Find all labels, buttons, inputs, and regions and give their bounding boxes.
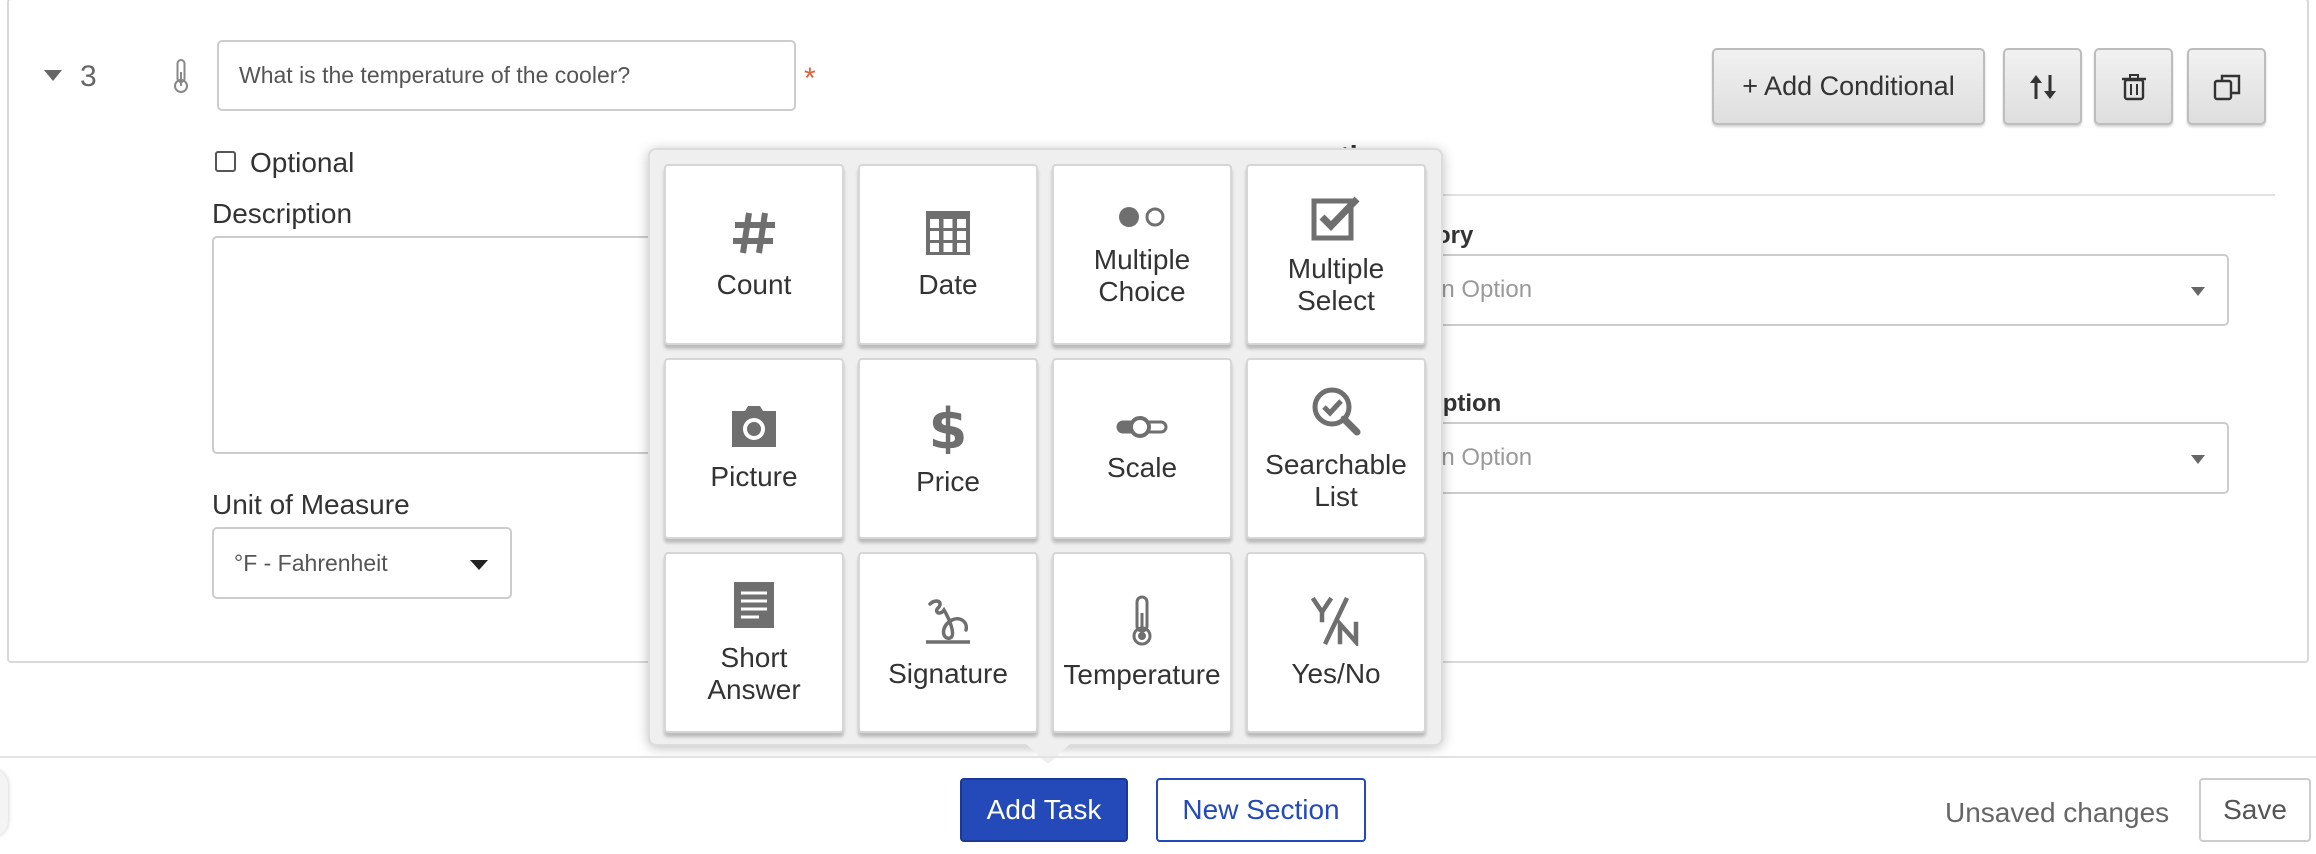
checkbox-check-icon bbox=[1311, 196, 1360, 240]
dollar-icon: $ bbox=[929, 400, 968, 454]
task-type-searchable-list[interactable]: Searchable List bbox=[1246, 358, 1426, 539]
delete-button[interactable] bbox=[2094, 48, 2173, 125]
calendar-grid-icon bbox=[926, 210, 970, 255]
hash-icon bbox=[733, 212, 775, 253]
subscription-placeholder: an Option bbox=[1428, 444, 1533, 471]
chevron-down-icon bbox=[2191, 455, 2205, 464]
signature-icon bbox=[926, 598, 970, 644]
properties-divider bbox=[1400, 194, 2275, 196]
unit-of-measure-select[interactable]: °F - Fahrenheit bbox=[212, 527, 512, 599]
reorder-button[interactable] bbox=[2003, 48, 2082, 125]
required-marker: * bbox=[804, 62, 816, 95]
task-type-date[interactable]: Date bbox=[858, 164, 1038, 345]
side-handle[interactable] bbox=[0, 768, 8, 838]
chevron-down-icon bbox=[2191, 287, 2205, 296]
save-status: Unsaved changes bbox=[1945, 797, 2170, 828]
add-task-button[interactable]: Add Task bbox=[960, 778, 1128, 842]
optional-checkbox[interactable] bbox=[215, 151, 236, 172]
unit-of-measure-label: Unit of Measure bbox=[212, 489, 410, 520]
description-textarea[interactable] bbox=[212, 236, 672, 454]
radio-dots-icon bbox=[1119, 206, 1165, 227]
svg-text:$: $ bbox=[929, 400, 968, 454]
sort-arrows-icon bbox=[2029, 74, 2056, 99]
copy-icon bbox=[2213, 74, 2240, 100]
task-type-label: Signature bbox=[888, 657, 1008, 689]
task-type-count[interactable]: Count bbox=[664, 164, 844, 345]
task-type-label: Multiple Select bbox=[1287, 252, 1385, 316]
search-check-icon bbox=[1312, 387, 1361, 435]
task-type-label: Searchable List bbox=[1265, 448, 1407, 512]
new-section-button[interactable]: New Section bbox=[1156, 778, 1366, 842]
trash-icon bbox=[2121, 73, 2146, 100]
task-type-temperature[interactable]: Temperature bbox=[1052, 552, 1232, 733]
task-type-multiple-select[interactable]: Multiple Select bbox=[1246, 164, 1426, 345]
task-type-label: Date bbox=[918, 268, 978, 300]
task-type-yes-no[interactable]: Yes/No bbox=[1246, 552, 1426, 733]
task-type-scale[interactable]: Scale bbox=[1052, 358, 1232, 539]
task-type-short-answer[interactable]: Short Answer bbox=[664, 552, 844, 733]
task-type-label: Temperature bbox=[1063, 658, 1221, 690]
optional-label: Optional bbox=[250, 147, 355, 178]
task-type-label: Yes/No bbox=[1291, 657, 1381, 689]
duplicate-button[interactable] bbox=[2187, 48, 2266, 125]
question-input[interactable] bbox=[217, 40, 796, 111]
add-conditional-button[interactable]: + Add Conditional bbox=[1712, 48, 1985, 125]
task-type-multiple-choice[interactable]: Multiple Choice bbox=[1052, 164, 1232, 345]
task-type-label: Picture bbox=[710, 460, 798, 492]
task-type-signature[interactable]: Signature bbox=[858, 552, 1038, 733]
category-select[interactable]: an Option bbox=[1400, 254, 2229, 326]
thermometer-icon bbox=[172, 58, 190, 99]
subscription-select[interactable]: an Option bbox=[1400, 422, 2229, 494]
unit-of-measure-value: °F - Fahrenheit bbox=[234, 549, 388, 576]
thermometer-icon bbox=[1132, 595, 1152, 645]
slider-icon bbox=[1116, 415, 1168, 438]
task-type-label: Multiple Choice bbox=[1093, 243, 1191, 307]
task-type-label: Scale bbox=[1106, 451, 1178, 483]
document-lines-icon bbox=[734, 581, 774, 628]
category-placeholder: an Option bbox=[1428, 276, 1533, 303]
save-button[interactable]: Save bbox=[2199, 778, 2311, 842]
description-label: Description bbox=[212, 198, 353, 229]
camera-icon bbox=[732, 405, 776, 447]
task-type-price[interactable]: $ Price bbox=[858, 358, 1038, 539]
chevron-down-icon bbox=[470, 560, 488, 570]
task-type-label: Price bbox=[916, 465, 980, 497]
footer-divider bbox=[0, 756, 2316, 758]
popup-pointer bbox=[1026, 744, 1070, 764]
task-type-picture[interactable]: Picture bbox=[664, 358, 844, 539]
collapse-caret-icon[interactable] bbox=[44, 70, 62, 81]
task-type-label: Count bbox=[716, 268, 792, 300]
task-number: 3 bbox=[80, 60, 97, 93]
task-type-label: Short Answer bbox=[707, 641, 801, 705]
yes-no-icon bbox=[1310, 596, 1359, 646]
